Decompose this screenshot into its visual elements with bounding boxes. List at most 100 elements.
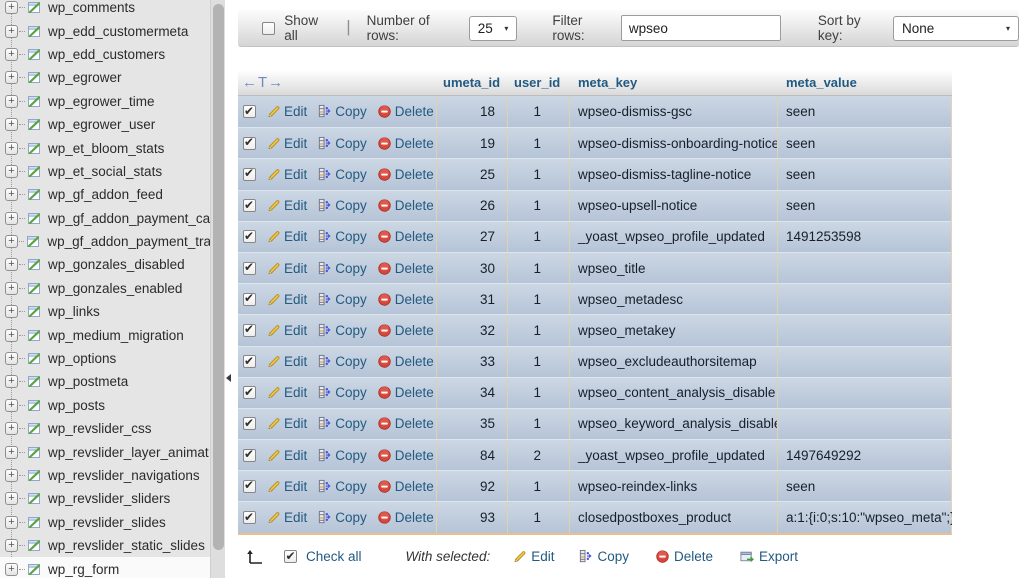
row-delete-link[interactable]: Delete: [377, 323, 434, 338]
row-copy-link[interactable]: Copy: [317, 261, 367, 276]
expand-plus-icon[interactable]: +: [5, 212, 18, 225]
expand-plus-icon[interactable]: +: [5, 165, 18, 178]
footer-copy-link[interactable]: Copy: [578, 549, 629, 564]
sidebar-table-item[interactable]: + wp_medium_migration: [0, 323, 211, 346]
expand-plus-icon[interactable]: +: [5, 563, 18, 576]
column-header-meta-value[interactable]: meta_value: [778, 75, 952, 90]
column-header-umeta-id[interactable]: umeta_id: [437, 75, 508, 90]
row-checkbox[interactable]: [243, 355, 256, 368]
expand-plus-icon[interactable]: +: [5, 375, 18, 388]
expand-plus-icon[interactable]: +: [5, 352, 18, 365]
row-edit-link[interactable]: Edit: [266, 261, 307, 276]
row-copy-link[interactable]: Copy: [317, 198, 367, 213]
sidebar-table-item[interactable]: + wp_revslider_layer_animat: [0, 440, 211, 463]
footer-delete-link[interactable]: Delete: [655, 549, 713, 564]
sidebar-table-item[interactable]: + wp_gf_addon_feed: [0, 183, 211, 206]
expand-plus-icon[interactable]: +: [5, 282, 18, 295]
sidebar-table-item[interactable]: + wp_options: [0, 347, 211, 370]
row-edit-link[interactable]: Edit: [266, 292, 307, 307]
row-checkbox[interactable]: [243, 293, 256, 306]
row-checkbox[interactable]: [243, 449, 256, 462]
expand-plus-icon[interactable]: +: [5, 329, 18, 342]
expand-plus-icon[interactable]: +: [5, 71, 18, 84]
sidebar-table-item[interactable]: + wp_egrower_time: [0, 90, 211, 113]
expand-plus-icon[interactable]: +: [5, 516, 18, 529]
expand-plus-icon[interactable]: +: [5, 399, 18, 412]
row-edit-link[interactable]: Edit: [266, 167, 307, 182]
row-copy-link[interactable]: Copy: [317, 136, 367, 151]
row-copy-link[interactable]: Copy: [317, 416, 367, 431]
row-checkbox[interactable]: [243, 262, 256, 275]
row-delete-link[interactable]: Delete: [377, 292, 434, 307]
expand-plus-icon[interactable]: +: [5, 1, 18, 14]
row-delete-link[interactable]: Delete: [377, 229, 434, 244]
row-copy-link[interactable]: Copy: [317, 104, 367, 119]
sidebar-table-item[interactable]: + wp_postmeta: [0, 370, 211, 393]
sidebar-table-item[interactable]: + wp_revslider_static_slides: [0, 534, 211, 557]
expand-plus-icon[interactable]: +: [5, 446, 18, 459]
row-delete-link[interactable]: Delete: [377, 448, 434, 463]
row-copy-link[interactable]: Copy: [317, 385, 367, 400]
expand-plus-icon[interactable]: +: [5, 469, 18, 482]
row-delete-link[interactable]: Delete: [377, 385, 434, 400]
sidebar-table-item[interactable]: + wp_gf_addon_payment_ca: [0, 207, 211, 230]
row-copy-link[interactable]: Copy: [317, 448, 367, 463]
row-edit-link[interactable]: Edit: [266, 510, 307, 525]
row-checkbox[interactable]: [243, 480, 256, 493]
row-copy-link[interactable]: Copy: [317, 167, 367, 182]
row-checkbox[interactable]: [243, 511, 256, 524]
sidebar-table-item[interactable]: + wp_posts: [0, 394, 211, 417]
row-delete-link[interactable]: Delete: [377, 510, 434, 525]
footer-export-link[interactable]: Export: [739, 549, 798, 564]
row-delete-link[interactable]: Delete: [377, 136, 434, 151]
sidebar-resize-handle-icon[interactable]: [226, 374, 231, 382]
row-delete-link[interactable]: Delete: [377, 104, 434, 119]
sidebar-table-item[interactable]: + wp_gonzales_disabled: [0, 253, 211, 276]
row-copy-link[interactable]: Copy: [317, 354, 367, 369]
row-delete-link[interactable]: Delete: [377, 416, 434, 431]
sidebar-table-item[interactable]: + wp_gonzales_enabled: [0, 277, 211, 300]
sidebar-table-item[interactable]: + wp_edd_customers: [0, 43, 211, 66]
sidebar-table-item[interactable]: + wp_egrower: [0, 66, 211, 89]
column-header-user-id[interactable]: user_id: [508, 75, 570, 90]
row-copy-link[interactable]: Copy: [317, 479, 367, 494]
column-header-meta-key[interactable]: meta_key: [570, 75, 778, 90]
expand-plus-icon[interactable]: +: [5, 188, 18, 201]
row-checkbox[interactable]: [243, 417, 256, 430]
expand-plus-icon[interactable]: +: [5, 118, 18, 131]
filter-rows-input[interactable]: [621, 15, 781, 41]
sidebar-table-item[interactable]: + wp_revslider_sliders: [0, 487, 211, 510]
row-edit-link[interactable]: Edit: [266, 136, 307, 151]
show-all-checkbox[interactable]: [262, 22, 275, 35]
sidebar-table-item[interactable]: + wp_edd_customermeta: [0, 19, 211, 42]
sidebar-table-item[interactable]: + wp_revslider_navigations: [0, 464, 211, 487]
sidebar-scrollbar-thumb[interactable]: [213, 4, 224, 550]
sidebar-table-item[interactable]: + wp_revslider_slides: [0, 511, 211, 534]
sidebar-scrollbar[interactable]: [210, 0, 225, 578]
row-edit-link[interactable]: Edit: [266, 416, 307, 431]
sidebar-table-item[interactable]: + wp_et_social_stats: [0, 160, 211, 183]
expand-plus-icon[interactable]: +: [5, 142, 18, 155]
row-delete-link[interactable]: Delete: [377, 198, 434, 213]
row-delete-link[interactable]: Delete: [377, 167, 434, 182]
sidebar-table-item[interactable]: + wp_gf_addon_payment_tra: [0, 230, 211, 253]
expand-plus-icon[interactable]: +: [5, 48, 18, 61]
row-delete-link[interactable]: Delete: [377, 479, 434, 494]
sidebar-table-item[interactable]: + wp_rg_form: [0, 557, 211, 578]
footer-edit-link[interactable]: Edit: [512, 549, 554, 564]
row-edit-link[interactable]: Edit: [266, 229, 307, 244]
row-checkbox[interactable]: [243, 105, 256, 118]
row-edit-link[interactable]: Edit: [266, 104, 307, 119]
row-checkbox[interactable]: [243, 168, 256, 181]
row-delete-link[interactable]: Delete: [377, 261, 434, 276]
row-copy-link[interactable]: Copy: [317, 292, 367, 307]
row-checkbox[interactable]: [243, 386, 256, 399]
row-edit-link[interactable]: Edit: [266, 385, 307, 400]
row-checkbox[interactable]: [243, 230, 256, 243]
expand-plus-icon[interactable]: +: [5, 95, 18, 108]
row-delete-link[interactable]: Delete: [377, 354, 434, 369]
row-copy-link[interactable]: Copy: [317, 510, 367, 525]
sidebar-table-item[interactable]: + wp_egrower_user: [0, 113, 211, 136]
row-edit-link[interactable]: Edit: [266, 354, 307, 369]
row-checkbox[interactable]: [243, 137, 256, 150]
